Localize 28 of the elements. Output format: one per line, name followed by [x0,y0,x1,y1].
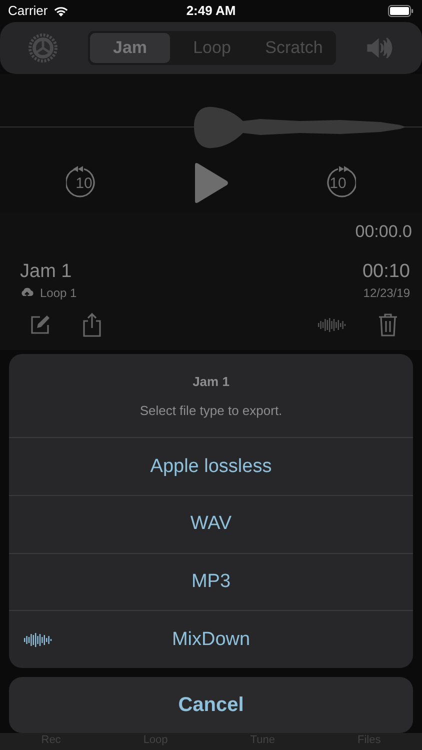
speaker-icon[interactable] [366,36,394,59]
clock: 2:49 AM [186,3,236,18]
duration: 00:10 [362,260,410,283]
battery-icon [388,4,414,17]
share-icon[interactable] [81,312,103,338]
waveform-icon[interactable] [316,316,348,333]
loop-name: Loop 1 [40,286,77,300]
export-option[interactable]: WAV [9,495,413,553]
play-icon[interactable] [193,162,229,204]
export-option[interactable]: Apple lossless [9,437,413,496]
export-option[interactable]: MP3 [9,552,413,610]
cloud-upload-icon [20,287,34,298]
export-option[interactable]: MixDown [9,610,413,668]
skip-back-button[interactable]: 10 [66,164,102,201]
cancel-button[interactable]: Cancel [9,677,413,734]
segment-tab[interactable]: Jam [90,32,170,63]
recording-date: 12/23/19 [363,286,410,300]
edit-icon[interactable] [29,314,51,336]
trash-icon[interactable] [378,312,398,337]
settings-icon[interactable] [28,32,58,63]
sheet-title: Jam 1 [192,374,230,389]
recording-title: Jam 1 [20,260,73,283]
skip-forward-button[interactable]: 10 [320,164,356,201]
sheet-message: Select file type to export. [140,402,282,418]
elapsed-time: 00:00.0 [355,222,412,242]
carrier-label: Carrier [8,3,48,18]
wifi-icon [52,4,69,17]
waveform-icon [23,632,53,648]
